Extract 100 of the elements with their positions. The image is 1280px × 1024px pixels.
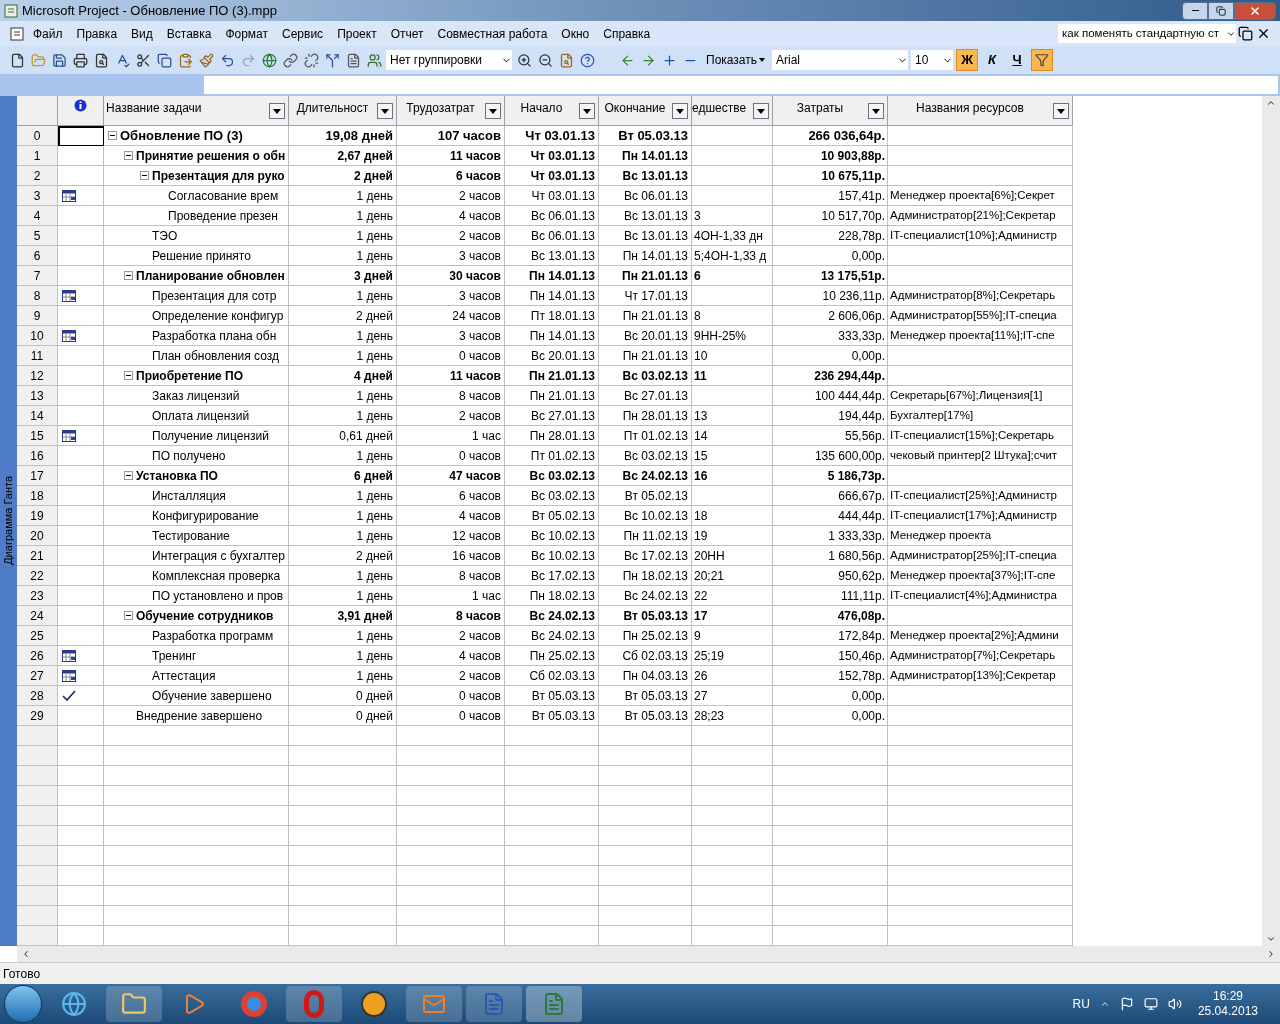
copy-icon[interactable] (155, 51, 173, 69)
column-header[interactable]: Окончание (599, 96, 692, 126)
collapse-icon[interactable] (124, 471, 133, 480)
help-icon[interactable] (578, 51, 596, 69)
format-button[interactable]: К (981, 49, 1003, 71)
row-number[interactable]: 8 (17, 286, 58, 306)
row-number[interactable]: 16 (17, 446, 58, 466)
globe-icon[interactable] (260, 51, 278, 69)
row-number[interactable]: 3 (17, 186, 58, 206)
column-header[interactable]: едшестве (692, 96, 773, 126)
scroll-right-icon[interactable] (1266, 949, 1276, 959)
menu-item[interactable]: Отчет (383, 24, 431, 43)
collapse-icon[interactable] (124, 611, 133, 620)
unlink-icon[interactable] (302, 51, 320, 69)
row-number[interactable]: 14 (17, 406, 58, 426)
horizontal-scrollbar[interactable] (17, 946, 1280, 962)
entry-field[interactable] (204, 76, 1278, 94)
row-number[interactable]: 27 (17, 666, 58, 686)
row-number[interactable]: 28 (17, 686, 58, 706)
zoom-out-icon[interactable] (536, 51, 554, 69)
scroll-left-icon[interactable] (21, 949, 31, 959)
dropdown-caret-icon[interactable] (269, 103, 285, 119)
scroll-up-icon[interactable] (1266, 98, 1276, 108)
start-button[interactable] (4, 985, 42, 1023)
language-indicator[interactable]: RU (1072, 995, 1090, 1013)
link-icon[interactable] (281, 51, 299, 69)
menu-item[interactable]: Проект (330, 24, 384, 43)
format-button[interactable]: Ч (1006, 49, 1028, 71)
vertical-scrollbar[interactable] (1262, 96, 1280, 946)
column-header[interactable]: Затраты (773, 96, 888, 126)
column-header[interactable]: Название задачи (104, 96, 289, 126)
filter-icon[interactable] (1031, 49, 1053, 71)
row-number[interactable]: 29 (17, 706, 58, 726)
dropdown-caret-icon[interactable] (868, 103, 884, 119)
row-number[interactable]: 6 (17, 246, 58, 266)
row-number[interactable]: 21 (17, 546, 58, 566)
flag-icon[interactable] (1119, 997, 1134, 1011)
grouping-dropdown[interactable]: Нет группировки (386, 50, 512, 70)
row-number[interactable]: 4 (17, 206, 58, 226)
row-number[interactable]: 11 (17, 346, 58, 366)
menu-item[interactable]: Формат (218, 24, 276, 43)
column-header[interactable]: Названия ресурсов (888, 96, 1073, 126)
minimize-button[interactable] (1182, 1, 1208, 20)
dropdown-caret-icon[interactable] (753, 103, 769, 119)
view-bar[interactable]: Диаграмма Ганта (0, 96, 17, 946)
collapse-icon[interactable] (124, 151, 133, 160)
restore-button[interactable] (1208, 1, 1234, 20)
collapse-icon[interactable] (108, 131, 117, 140)
dropdown-caret-icon[interactable] (579, 103, 595, 119)
dropdown-caret-icon[interactable] (377, 103, 393, 119)
clock[interactable]: 16:29 25.04.2013 (1197, 989, 1258, 1019)
document-icon[interactable] (8, 25, 26, 42)
row-number[interactable]: 18 (17, 486, 58, 506)
menu-item[interactable]: Правка (69, 24, 125, 43)
printer-icon[interactable] (71, 51, 89, 69)
collapse-icon[interactable] (124, 371, 133, 380)
font-size-field[interactable]: 10 (911, 50, 953, 70)
zoom-in-icon[interactable] (515, 51, 533, 69)
split-icon[interactable] (323, 51, 341, 69)
row-number[interactable]: 20 (17, 526, 58, 546)
save-icon[interactable] (50, 51, 68, 69)
row-number[interactable]: 23 (17, 586, 58, 606)
folder-icon[interactable] (106, 986, 162, 1022)
row-number[interactable]: 26 (17, 646, 58, 666)
row-number[interactable]: 7 (17, 266, 58, 286)
menu-item[interactable]: Совместная работа (430, 24, 555, 43)
dropdown-caret-icon[interactable] (672, 103, 688, 119)
row-number[interactable]: 25 (17, 626, 58, 646)
menu-item[interactable]: Окно (554, 24, 597, 43)
close-button[interactable] (1234, 1, 1276, 20)
menu-item[interactable]: Справка (596, 24, 658, 43)
column-header[interactable]: Трудозатрат (397, 96, 505, 126)
show-button[interactable]: Показать (702, 51, 769, 69)
volume-icon[interactable] (1167, 997, 1182, 1011)
row-number[interactable]: 17 (17, 466, 58, 486)
paintbrush-icon[interactable] (197, 51, 215, 69)
row-number[interactable]: 24 (17, 606, 58, 626)
help-search-field[interactable]: как поменять стандартную ст (1058, 24, 1236, 43)
collapse-icon[interactable] (140, 171, 149, 180)
font-field[interactable]: Arial (772, 50, 908, 70)
menu-item[interactable]: Сервис (275, 24, 331, 43)
column-header[interactable]: Начало (505, 96, 599, 126)
row-number[interactable]: 15 (17, 426, 58, 446)
row-number[interactable]: 13 (17, 386, 58, 406)
network-icon[interactable] (1143, 997, 1158, 1011)
scroll-down-icon[interactable] (1266, 934, 1276, 944)
collapse-icon[interactable] (124, 271, 133, 280)
row-number[interactable]: 19 (17, 506, 58, 526)
row-number[interactable]: 2 (17, 166, 58, 186)
row-number[interactable]: 12 (17, 366, 58, 386)
tray-expand-icon[interactable] (1099, 999, 1110, 1009)
scissors-icon[interactable] (134, 51, 152, 69)
menu-item[interactable]: Файл (26, 24, 70, 43)
menu-item[interactable]: Вид (124, 24, 160, 43)
dropdown-caret-icon[interactable] (485, 103, 501, 119)
row-number[interactable]: 22 (17, 566, 58, 586)
row-number[interactable]: 0 (17, 126, 58, 146)
column-header[interactable]: Длительност (289, 96, 397, 126)
format-button[interactable]: Ж (956, 49, 978, 71)
restore-icon[interactable] (1236, 24, 1254, 43)
